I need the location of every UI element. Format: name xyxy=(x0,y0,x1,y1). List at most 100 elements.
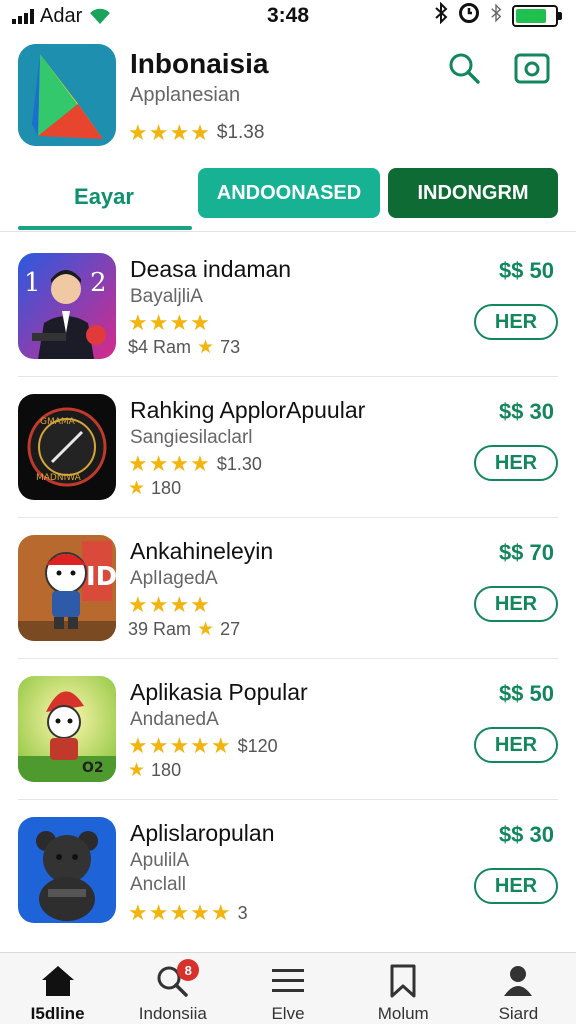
search-button[interactable] xyxy=(444,48,484,88)
app-header: Inbonaisia Applanesian ★★★★ $1.38 xyxy=(0,40,576,152)
person-icon xyxy=(501,963,535,998)
app-size: $4 Ram xyxy=(128,337,192,357)
svg-text:GMAMA: GMAMA xyxy=(40,417,76,427)
tab-eayar[interactable]: Eayar xyxy=(18,166,190,228)
menu-icon xyxy=(270,963,306,998)
svg-text:2: 2 xyxy=(90,268,107,298)
app-score: 180 xyxy=(151,478,182,498)
app-rating: ★★★★★ $120 xyxy=(128,733,278,759)
app-developer: AndanedA xyxy=(130,709,219,730)
alarm-icon xyxy=(458,2,480,30)
search-icon xyxy=(449,53,480,84)
status-right xyxy=(434,1,562,30)
list-item[interactable]: 1 2 Deasa indaman BayaljliA ★★★★ $4 Ram … xyxy=(18,236,558,377)
active-tab-indicator xyxy=(18,226,192,230)
app-score: 180 xyxy=(151,760,182,780)
nav-search[interactable]: 8 Indonsiia xyxy=(115,953,230,1024)
battery-icon xyxy=(512,5,562,27)
rating-stars-icon: ★★★★★ xyxy=(128,900,232,925)
star-icon: ★ xyxy=(197,337,215,358)
app-meta: ★ 180 xyxy=(128,477,181,500)
camera-button[interactable] xyxy=(512,48,552,88)
get-button[interactable]: HER xyxy=(474,727,558,763)
status-left: Adar xyxy=(12,5,112,28)
app-rating: ★★★★ $1.30 xyxy=(128,451,262,477)
star-icon: ★ xyxy=(128,478,146,499)
list-item[interactable]: O2 Aplikasia Popular AndanedA ★★★★★ $120… xyxy=(18,659,558,800)
app-meta: ★ 180 xyxy=(128,759,181,782)
get-button[interactable]: HER xyxy=(474,304,558,340)
app-rating: ★★★★ xyxy=(128,310,211,336)
bluetooth-icon xyxy=(434,1,448,30)
app-meta: 39 Ram ★ 27 xyxy=(128,618,240,641)
clock: 3:48 xyxy=(266,4,310,27)
app-price: $$ 50 xyxy=(498,258,554,283)
page-title: Inbonaisia xyxy=(130,48,269,79)
list-item[interactable]: Aplislaropulan ApulilA Anclall ★★★★★ 3 $… xyxy=(18,800,558,941)
tab-andoonased[interactable]: ANDOONASED xyxy=(198,168,380,218)
svg-text:MADNIWA: MADNIWA xyxy=(36,473,82,483)
list-item[interactable]: ID Ankahineleyin AplIagedA ★★★★ 39 Ram ★… xyxy=(18,518,558,659)
app-title: Ankahineleyin xyxy=(130,538,274,564)
app-logo-icon xyxy=(18,44,116,146)
list-item[interactable]: GMAMA MADNIWA Rahking ApplorApuular Sang… xyxy=(18,377,558,518)
nav-label: Indonsiia xyxy=(138,1004,207,1023)
app-price: $$ 50 xyxy=(498,681,554,706)
rating-stars-icon: ★★★★ xyxy=(128,451,211,476)
nav-menu[interactable]: Elve xyxy=(230,953,345,1024)
header-price: $1.38 xyxy=(216,122,265,143)
nav-label: Elve xyxy=(271,1004,305,1023)
rating-stars-icon: ★★★★ xyxy=(128,120,211,145)
app-price: $$ 30 xyxy=(498,822,554,847)
tab-indongrm[interactable]: INDONGRM xyxy=(388,168,558,218)
app-title: Rahking ApplorApuular xyxy=(130,397,366,423)
nav-home[interactable]: I5dline xyxy=(0,953,115,1024)
app-category: Anclall xyxy=(130,874,186,895)
app-score: 73 xyxy=(220,337,241,357)
svg-text:ID: ID xyxy=(86,562,116,592)
app-developer: Sangiesilaclarl xyxy=(130,427,253,448)
page-subtitle: Applanesian xyxy=(130,84,241,106)
nav-label: Siard xyxy=(498,1004,539,1023)
bottom-nav: I5dline 8 Indonsiia Elve Molum Siard xyxy=(0,952,576,1024)
app-price: $$ 70 xyxy=(498,540,554,565)
get-button[interactable]: HER xyxy=(474,868,558,904)
rating-stars-icon: ★★★★ xyxy=(128,592,211,617)
app-price-small: $1.30 xyxy=(216,453,262,474)
wifi-icon xyxy=(88,7,112,25)
tab-bar: Eayar ANDOONASED INDONGRM xyxy=(0,166,576,232)
app-meta: $4 Ram ★ 73 xyxy=(128,336,240,359)
svg-text:O2: O2 xyxy=(82,760,104,776)
app-rating: ★★★★★ 3 xyxy=(128,900,248,926)
nav-bookmark[interactable]: Molum xyxy=(346,953,461,1024)
app-developer: ApulilA xyxy=(130,850,190,871)
app-title: Deasa indaman xyxy=(130,256,292,282)
camera-icon xyxy=(514,53,550,84)
app-price: $$ 30 xyxy=(498,399,554,424)
app-price-small: $120 xyxy=(237,735,278,756)
app-title: Aplislaropulan xyxy=(130,820,275,846)
app-title: Aplikasia Popular xyxy=(130,679,308,705)
signal-icon xyxy=(12,8,34,24)
get-button[interactable]: HER xyxy=(474,445,558,481)
rating-stars-icon: ★★★★★ xyxy=(128,733,232,758)
bluetooth-alt-icon xyxy=(490,2,502,30)
dial-icon: GMAMA MADNIWA xyxy=(18,394,116,500)
status-bar: Adar 3:48 xyxy=(0,0,576,32)
star-icon: ★ xyxy=(197,619,215,640)
app-rating: ★★★★ xyxy=(128,592,211,618)
nav-label: Molum xyxy=(377,1004,429,1023)
app-score: 27 xyxy=(220,619,241,639)
dark-bear-icon xyxy=(18,817,116,923)
portrait-icon: 1 2 xyxy=(18,253,116,359)
app-developer: AplIagedA xyxy=(130,568,218,589)
get-button[interactable]: HER xyxy=(474,586,558,622)
rating-stars-icon: ★★★★ xyxy=(128,310,211,335)
header-rating: ★★★★ $1.38 xyxy=(128,120,264,146)
star-icon: ★ xyxy=(128,760,146,781)
svg-text:1: 1 xyxy=(24,268,41,298)
nav-profile[interactable]: Siard xyxy=(461,953,576,1024)
gnome-cartoon-icon: O2 xyxy=(18,676,116,782)
carrier-label: Adar xyxy=(40,4,83,27)
app-developer: BayaljliA xyxy=(130,286,203,307)
